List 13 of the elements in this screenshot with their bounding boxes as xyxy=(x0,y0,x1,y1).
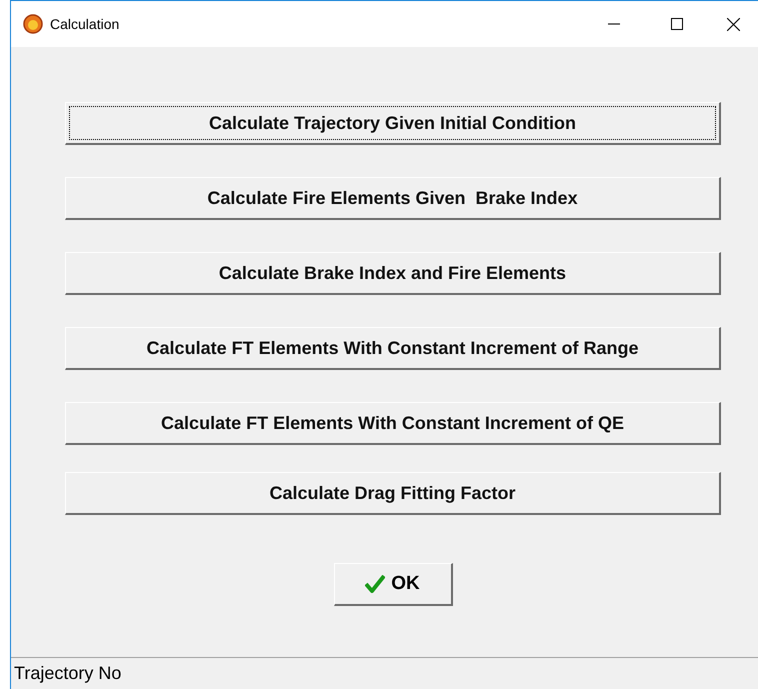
maximize-icon xyxy=(670,18,682,30)
command-button[interactable]: Calculate Trajectory Given Initial Condition xyxy=(65,102,721,145)
status-text: Trajectory No xyxy=(14,662,122,685)
command-button[interactable]: Calculate FT Elements With Constant Increment of QE xyxy=(65,402,721,445)
command-button[interactable]: Calculate Brake Index and Fire Elements xyxy=(65,252,721,295)
command-button[interactable]: Calculate FT Elements With Constant Increment of Range xyxy=(65,327,721,370)
window-title: Calculation xyxy=(50,14,120,34)
command-button[interactable]: Calculate Fire Elements Given Brake Index xyxy=(65,177,721,220)
ok-button[interactable]: OK xyxy=(334,563,452,606)
command-button[interactable]: Calculate Drag Fitting Factor xyxy=(65,472,721,515)
checkmark-icon xyxy=(365,575,386,593)
close-icon xyxy=(726,18,740,30)
app-icon xyxy=(23,14,43,34)
